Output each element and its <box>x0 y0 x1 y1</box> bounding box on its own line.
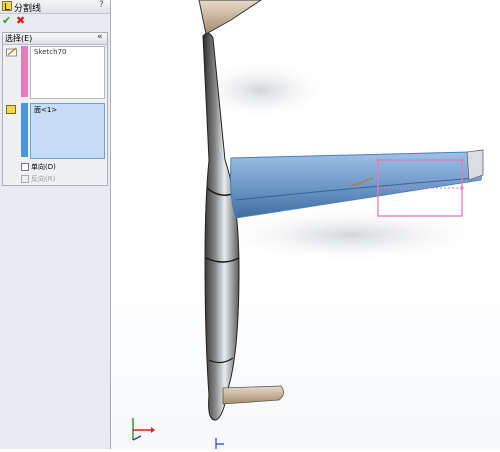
reverse-direction-label: 反向(R) <box>31 175 56 183</box>
help-icon[interactable]: ? <box>99 0 104 10</box>
sketch-selection-list[interactable]: Sketch70 <box>30 46 105 99</box>
reverse-direction-option: 反向(R) <box>21 174 55 184</box>
graphics-viewport[interactable] <box>111 0 500 449</box>
selection-group-title: 选择(E) <box>5 34 33 43</box>
upper-wing[interactable] <box>198 0 262 35</box>
single-direction-option[interactable]: 单向(D) <box>21 162 56 172</box>
list-item[interactable]: 面<1> <box>34 105 57 115</box>
reverse-direction-checkbox <box>21 175 29 183</box>
face-icon <box>6 105 16 114</box>
model-view[interactable] <box>111 0 500 449</box>
list-item[interactable]: Sketch70 <box>34 48 67 56</box>
panel-title: 分割线 <box>14 4 42 14</box>
wing-tip <box>466 149 484 181</box>
tail-plane[interactable] <box>222 385 284 405</box>
sketch-point[interactable] <box>460 158 464 162</box>
cancel-button[interactable]: ✖ <box>16 15 25 27</box>
ok-button[interactable]: ✔ <box>2 15 11 27</box>
collapse-icon[interactable]: « <box>97 32 103 42</box>
face-list-accent <box>21 103 28 157</box>
sketch-point[interactable] <box>460 186 464 190</box>
property-manager-panel: 分割线 ? ✔ ✖ 选择(E) « Sketch70 面<1> 单向(D) 反向… <box>0 0 111 449</box>
single-direction-checkbox[interactable] <box>21 163 29 171</box>
split-line-icon <box>2 1 12 11</box>
single-direction-label: 单向(D) <box>31 163 56 171</box>
face-selection-list[interactable]: 面<1> <box>30 103 105 159</box>
selection-group: 选择(E) « Sketch70 面<1> 单向(D) 反向(R) <box>2 32 108 186</box>
sketch-point[interactable] <box>376 158 380 162</box>
origin-triad-icon <box>215 438 224 449</box>
axis-triad-icon <box>132 418 155 441</box>
sketch-list-accent <box>21 46 28 97</box>
sketch-icon <box>6 47 17 57</box>
selection-group-header[interactable]: 选择(E) « <box>3 32 107 45</box>
panel-header: 分割线 ? <box>0 0 110 14</box>
